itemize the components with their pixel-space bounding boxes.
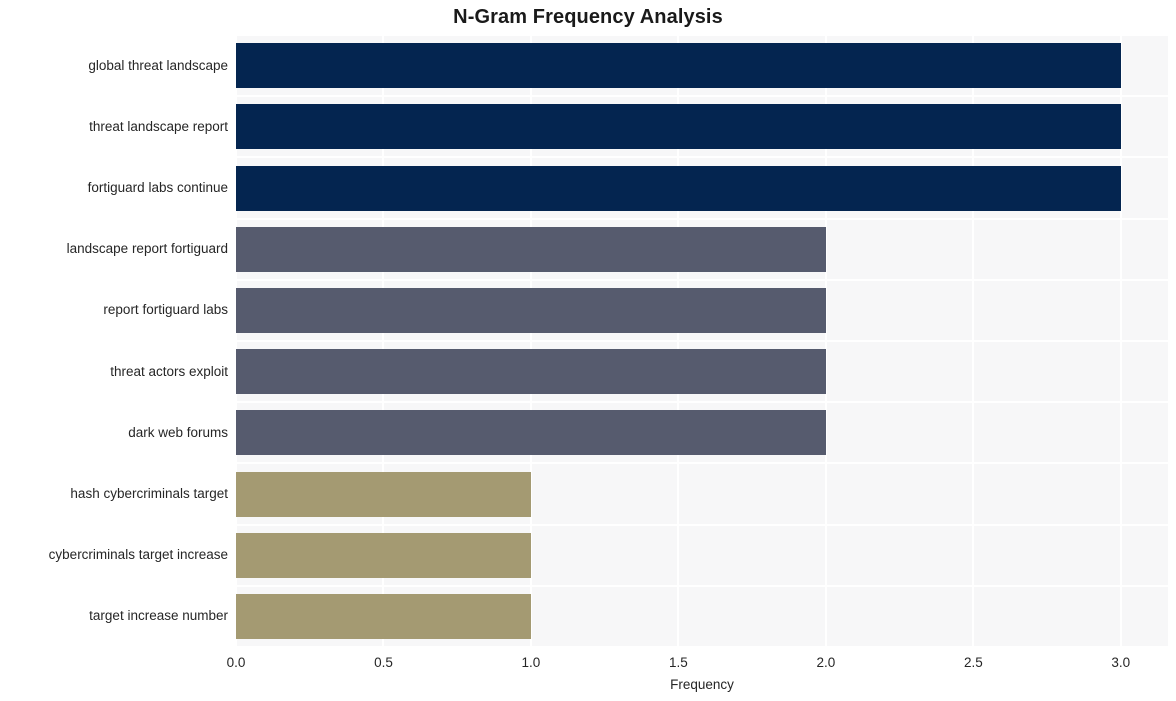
y-axis-tick-label: threat landscape report — [89, 118, 228, 134]
bar[interactable] — [236, 593, 531, 639]
plot-area — [236, 35, 1168, 647]
bar[interactable] — [236, 471, 531, 517]
chart-title: N-Gram Frequency Analysis — [453, 6, 723, 28]
y-axis-tick-label: threat actors exploit — [110, 363, 228, 379]
x-axis-tick-label: 2.5 — [963, 655, 983, 670]
y-axis-tick-label: global threat landscape — [88, 57, 228, 73]
bar[interactable] — [236, 104, 1121, 150]
bar[interactable] — [236, 532, 531, 578]
bar[interactable] — [236, 165, 1121, 211]
y-axis-tick-label: cybercriminals target increase — [48, 547, 228, 563]
bar[interactable] — [236, 410, 826, 456]
x-axis-tick-label: 3.0 — [1111, 655, 1131, 670]
x-axis-tick-label: 0.0 — [226, 655, 246, 670]
y-axis-tick-label: fortiguard labs continue — [87, 180, 228, 195]
x-axis-tick-label: 0.5 — [374, 655, 393, 670]
y-axis-tick-label: hash cybercriminals target — [70, 486, 228, 501]
x-axis-title: Frequency — [670, 677, 734, 692]
x-axis-tick-label: 2.0 — [816, 655, 836, 670]
chart-figure: N-Gram Frequency Analysis global threat … — [0, 0, 1176, 701]
bar[interactable] — [236, 43, 1121, 89]
x-axis: 0.0 0.5 1.0 1.5 2.0 2.5 3.0 Frequency — [227, 647, 1168, 701]
bars-group — [236, 35, 1168, 647]
bar[interactable] — [236, 226, 826, 272]
bar[interactable] — [236, 287, 826, 333]
y-axis-tick-label: dark web forums — [128, 424, 228, 440]
x-axis-tick-label: 1.0 — [521, 655, 541, 670]
y-axis-tick-label: landscape report fortiguard — [66, 241, 228, 257]
bar[interactable] — [236, 349, 826, 395]
y-axis-tick-labels: global threat landscape threat landscape … — [0, 35, 228, 647]
y-axis-tick-label: target increase number — [89, 608, 228, 624]
y-axis-tick-label: report fortiguard labs — [103, 302, 228, 318]
x-axis-tick-label: 1.5 — [669, 655, 688, 670]
